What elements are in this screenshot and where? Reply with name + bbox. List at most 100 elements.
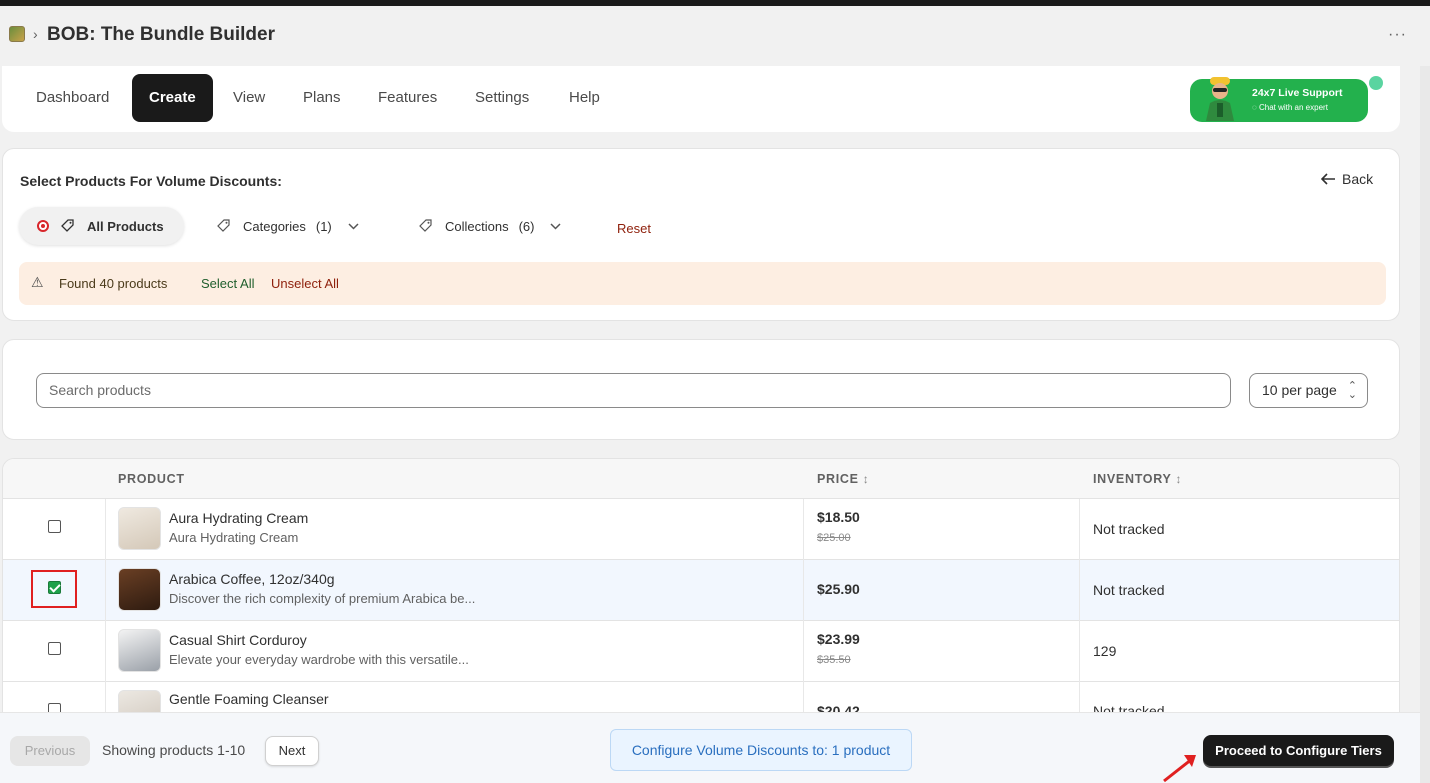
breadcrumb-separator: › bbox=[33, 26, 38, 42]
warning-icon: ⚠ bbox=[31, 274, 44, 290]
table-row[interactable]: Casual Shirt Corduroy Elevate your every… bbox=[3, 621, 1399, 682]
arrow-left-icon bbox=[1321, 173, 1335, 185]
sort-icon[interactable]: ↕ bbox=[1176, 472, 1183, 486]
section-title: Select Products For Volume Discounts: bbox=[20, 173, 282, 189]
filter-categories[interactable]: Categories (1) bbox=[203, 207, 381, 245]
product-name: Aura Hydrating Cream bbox=[169, 510, 309, 526]
product-thumbnail bbox=[118, 568, 161, 611]
column-divider bbox=[1079, 621, 1080, 682]
product-compare-price: $25.00 bbox=[817, 532, 851, 544]
column-divider bbox=[105, 560, 106, 621]
column-divider bbox=[105, 621, 106, 682]
product-thumbnail bbox=[118, 629, 161, 672]
app-title: BOB: The Bundle Builder bbox=[47, 24, 275, 45]
back-label: Back bbox=[1342, 171, 1374, 187]
nav-settings[interactable]: Settings bbox=[458, 74, 546, 122]
search-card: Search products 10 per page ⌃ ⌄ bbox=[2, 339, 1400, 440]
column-divider bbox=[803, 560, 804, 621]
per-page-select[interactable]: 10 per page ⌃ ⌄ bbox=[1249, 373, 1368, 408]
support-agent-icon bbox=[1206, 77, 1234, 121]
nav-create[interactable]: Create bbox=[132, 74, 213, 122]
pointer-arrow-icon bbox=[1163, 755, 1196, 783]
column-divider bbox=[803, 499, 804, 560]
product-selection-card: Select Products For Volume Discounts: Ba… bbox=[2, 148, 1400, 321]
chevron-down-icon bbox=[550, 222, 562, 230]
footer-bar: Previous Showing products 1-10 Next Conf… bbox=[0, 712, 1420, 783]
header-inventory-label: INVENTORY bbox=[1093, 472, 1172, 486]
header-price[interactable]: PRICE ↕ bbox=[817, 472, 869, 486]
table-row[interactable]: Arabica Coffee, 12oz/340g Discover the r… bbox=[3, 560, 1399, 621]
filter-collections-label: Collections bbox=[445, 218, 509, 234]
chat-icon: ◌ bbox=[1252, 103, 1259, 112]
nav-view[interactable]: View bbox=[216, 74, 282, 122]
filter-categories-label: Categories bbox=[243, 218, 306, 234]
app-header: › BOB: The Bundle Builder ··· bbox=[0, 6, 1430, 66]
chevron-down-icon bbox=[348, 222, 359, 230]
live-support-button[interactable]: 24x7 Live Support ◌ Chat with an expert bbox=[1190, 77, 1368, 122]
product-price: $23.99 bbox=[817, 631, 860, 647]
header-inventory[interactable]: INVENTORY ↕ bbox=[1093, 472, 1182, 486]
reset-link[interactable]: Reset bbox=[617, 221, 651, 236]
select-chevrons-icon: ⌃ ⌄ bbox=[1347, 380, 1357, 401]
product-name: Gentle Foaming Cleanser bbox=[169, 691, 329, 707]
product-description: Discover the rich complexity of premium … bbox=[169, 591, 476, 606]
radio-selected-icon[interactable] bbox=[37, 220, 49, 232]
header-product[interactable]: PRODUCT bbox=[118, 472, 185, 486]
filter-collections[interactable]: Collections (6) bbox=[405, 207, 583, 245]
app-logo-icon[interactable] bbox=[9, 26, 25, 42]
product-compare-price: $35.50 bbox=[817, 654, 851, 666]
product-name: Casual Shirt Corduroy bbox=[169, 632, 307, 648]
filter-all-label: All Products bbox=[87, 218, 164, 234]
row-checkbox[interactable] bbox=[48, 581, 61, 594]
unselect-all-link[interactable]: Unselect All bbox=[271, 276, 339, 291]
product-description: Aura Hydrating Cream bbox=[169, 530, 299, 545]
support-subtitle: ◌ Chat with an expert bbox=[1252, 103, 1328, 112]
product-name: Arabica Coffee, 12oz/340g bbox=[169, 571, 335, 587]
tag-icon bbox=[61, 219, 74, 232]
filter-categories-count: (1) bbox=[315, 218, 332, 234]
column-divider bbox=[105, 499, 106, 560]
column-divider bbox=[1079, 560, 1080, 621]
nav-help[interactable]: Help bbox=[552, 74, 617, 122]
tag-icon bbox=[217, 219, 230, 232]
product-inventory: Not tracked bbox=[1093, 521, 1165, 537]
main-nav: Dashboard Create View Plans Features Set… bbox=[2, 66, 1400, 132]
product-inventory: Not tracked bbox=[1093, 582, 1165, 598]
nav-dashboard[interactable]: Dashboard bbox=[19, 74, 126, 122]
select-all-link[interactable]: Select All bbox=[201, 276, 254, 291]
tag-icon bbox=[419, 219, 432, 232]
scrollbar-track[interactable] bbox=[1420, 66, 1430, 783]
proceed-configure-tiers-button[interactable]: Proceed to Configure Tiers bbox=[1203, 735, 1394, 766]
support-subtitle-text: Chat with an expert bbox=[1258, 103, 1328, 112]
pagination-status: Showing products 1-10 bbox=[102, 742, 246, 758]
product-price: $18.50 bbox=[817, 509, 860, 525]
back-button[interactable]: Back bbox=[1321, 171, 1373, 187]
configure-discounts-button[interactable]: Configure Volume Discounts to: 1 product bbox=[610, 729, 912, 771]
sort-icon[interactable]: ↕ bbox=[863, 472, 870, 486]
products-table: PRODUCT PRICE ↕ INVENTORY ↕ Aura Hydrating… bbox=[2, 458, 1400, 718]
column-divider bbox=[803, 621, 804, 682]
online-status-dot bbox=[1369, 76, 1383, 90]
row-checkbox[interactable] bbox=[48, 642, 61, 655]
table-header: PRODUCT PRICE ↕ INVENTORY ↕ bbox=[3, 459, 1399, 499]
support-title: 24x7 Live Support bbox=[1252, 87, 1343, 99]
product-price: $25.90 bbox=[817, 581, 860, 597]
search-input[interactable]: Search products bbox=[36, 373, 1231, 408]
products-found-banner: ⚠ Found 40 products Select All Unselect … bbox=[19, 262, 1386, 305]
more-actions-icon[interactable]: ··· bbox=[1388, 26, 1407, 44]
table-row[interactable]: Aura Hydrating Cream Aura Hydrating Crea… bbox=[3, 499, 1399, 560]
nav-features[interactable]: Features bbox=[361, 74, 454, 122]
next-page-button[interactable]: Next bbox=[265, 736, 319, 766]
per-page-value: 10 per page bbox=[1262, 382, 1337, 398]
filter-collections-count: (6) bbox=[518, 218, 535, 234]
previous-page-button[interactable]: Previous bbox=[10, 736, 90, 766]
column-divider bbox=[1079, 499, 1080, 560]
product-description: Elevate your everyday wardrobe with this… bbox=[169, 652, 469, 667]
nav-plans[interactable]: Plans bbox=[286, 74, 358, 122]
header-price-label: PRICE bbox=[817, 472, 859, 486]
products-found-text: Found 40 products bbox=[59, 276, 168, 291]
product-thumbnail bbox=[118, 507, 161, 550]
filter-all-products[interactable]: All Products bbox=[19, 207, 184, 245]
product-inventory: 129 bbox=[1093, 643, 1117, 659]
row-checkbox[interactable] bbox=[48, 520, 61, 533]
